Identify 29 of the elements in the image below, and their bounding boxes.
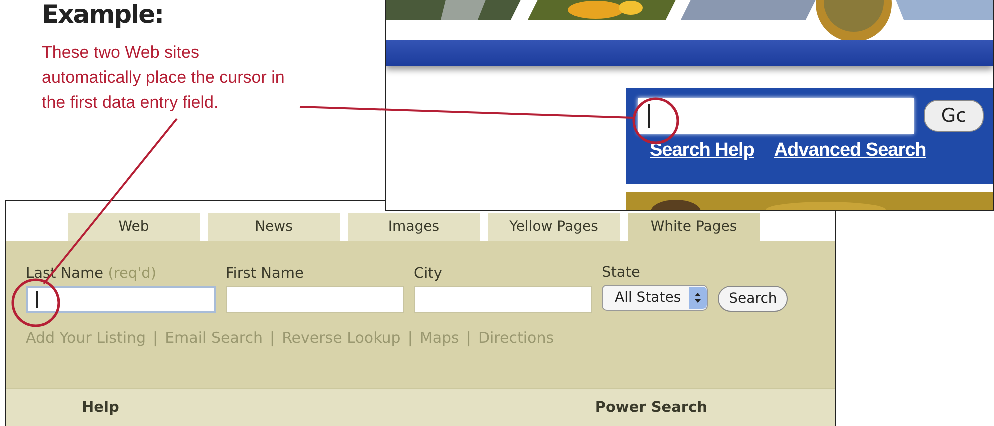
separator: | [153,329,158,347]
link[interactable]: Advanced Search [774,140,926,162]
separator: | [270,329,276,347]
input-field[interactable] [226,286,404,313]
example-heading: Example: [42,0,164,29]
caption-text: These two Web sites automatically place the cursor in the first data entry field. [42,42,286,114]
go-button[interactable]: Gc [924,100,984,132]
separator: | [408,329,413,347]
highlight-circle [12,278,60,328]
search-button[interactable]: Search [718,286,788,312]
field-label: City [414,266,444,282]
tab[interactable]: Yellow Pages [488,213,620,241]
stepper-icon [689,287,708,309]
tab[interactable]: Images [348,213,480,241]
search-field[interactable] [638,98,914,134]
input-field[interactable] [414,286,592,313]
tab[interactable]: Web [68,213,200,241]
separator: | [466,329,472,347]
power-search-link[interactable]: Power Search [595,400,708,426]
field-label: State [602,265,642,281]
link[interactable]: Search Help [650,140,754,162]
text-cursor [648,104,650,128]
tab[interactable]: News [208,213,340,241]
field-label: First Name [226,266,305,282]
state-dropdown[interactable]: All States [602,285,708,311]
text-cursor [36,291,38,308]
help-link[interactable]: Help [82,400,120,426]
tab[interactable]: White Pages [628,213,760,241]
input-field[interactable] [26,286,216,313]
